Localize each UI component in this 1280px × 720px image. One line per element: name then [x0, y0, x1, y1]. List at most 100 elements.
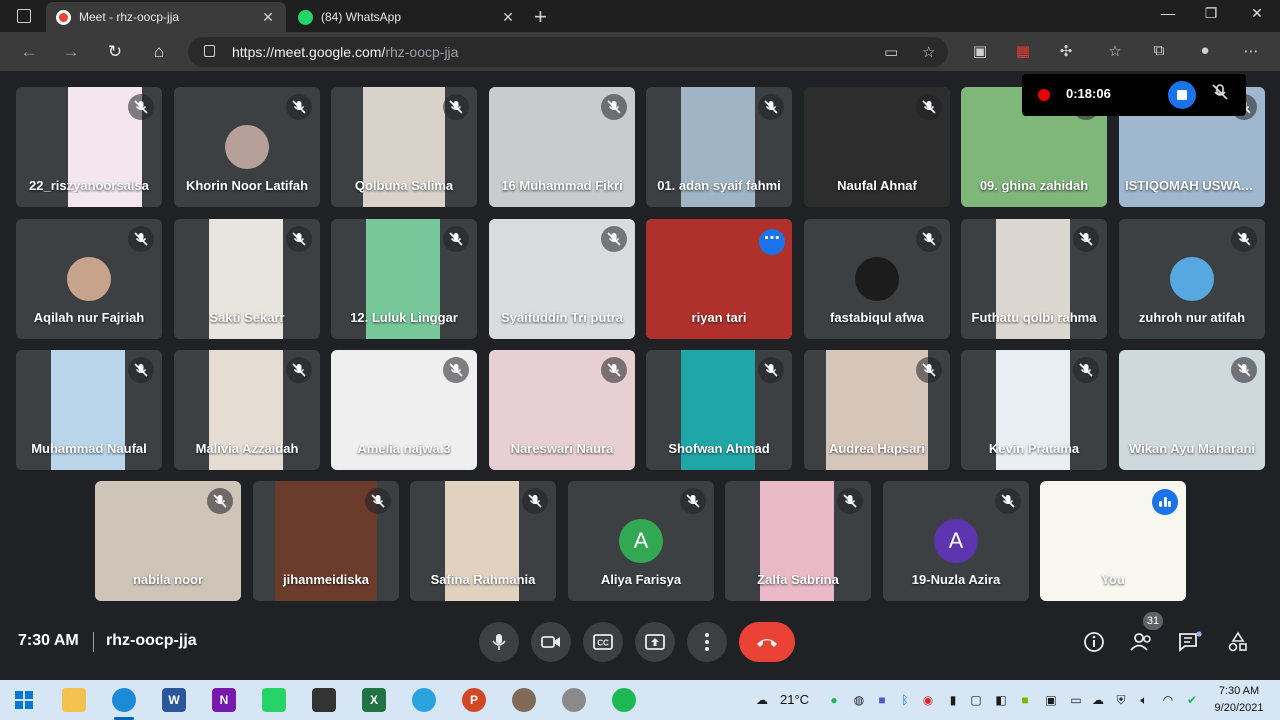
- app-icon[interactable]: [562, 688, 586, 712]
- taskbar-time: 7:30 AM: [1218, 685, 1260, 697]
- participant-tile[interactable]: Shofwan Ahmad: [646, 350, 792, 470]
- participant-tile[interactable]: 01. adan syaif fahmi: [646, 87, 792, 207]
- extension-recorder-icon[interactable]: ▦: [1013, 42, 1033, 60]
- collections-icon[interactable]: ⧉: [1149, 42, 1169, 59]
- back-icon[interactable]: ←: [18, 41, 40, 63]
- participant-tile[interactable]: Amelia najwa.3: [331, 350, 477, 470]
- close-icon[interactable]: ✕: [500, 9, 516, 26]
- leave-call-button[interactable]: [739, 622, 795, 662]
- onenote-icon[interactable]: N: [212, 688, 236, 712]
- nvidia-icon[interactable]: ■: [1017, 692, 1033, 708]
- extensions-puzzle-icon[interactable]: ✣: [1056, 42, 1076, 60]
- edge-browser-icon[interactable]: [112, 688, 136, 712]
- participant-tile[interactable]: Kevin Pratama: [961, 350, 1107, 470]
- participant-tile[interactable]: fastabiqul afwa: [804, 219, 950, 339]
- participant-tile[interactable]: Naufal Ahnaf: [804, 87, 950, 207]
- refresh-icon[interactable]: ↻: [104, 41, 126, 63]
- telegram-icon[interactable]: [412, 688, 436, 712]
- participant-name: Aliya Farisya: [600, 572, 682, 587]
- battery-icon[interactable]: ▭: [1068, 692, 1084, 708]
- wifi-icon[interactable]: ◠: [1160, 692, 1176, 708]
- participant-tile[interactable]: 22_riszyanoorsalsa: [16, 87, 162, 207]
- maximize-icon[interactable]: ❐: [1201, 5, 1221, 22]
- powerpoint-icon[interactable]: P: [462, 688, 486, 712]
- tab-meet[interactable]: Meet - rhz-oocp-jja ✕: [46, 2, 286, 32]
- participant-tile[interactable]: Qolbuna Salima: [331, 87, 477, 207]
- tray-icon[interactable]: ◉: [920, 692, 936, 708]
- meeting-details-button[interactable]: [1080, 628, 1108, 656]
- whatsapp-icon[interactable]: [262, 688, 286, 712]
- participant-tile[interactable]: Wikan Ayu Maharani: [1119, 350, 1265, 470]
- participant-tile[interactable]: You: [1040, 481, 1186, 601]
- tray-icon[interactable]: ▣: [1043, 692, 1059, 708]
- address-bar[interactable]: https://meet.google.com/rhz-oocp-jja ▭ ☆: [188, 37, 948, 67]
- participant-tile[interactable]: zuhroh nur atifah: [1119, 219, 1265, 339]
- home-icon[interactable]: ⌂: [148, 41, 170, 63]
- tray-icon[interactable]: ▢: [968, 692, 984, 708]
- more-menu-icon[interactable]: ⋯: [1241, 42, 1261, 60]
- profile-avatar-icon[interactable]: ●: [1195, 42, 1215, 59]
- participant-tile[interactable]: nabila noor: [95, 481, 241, 601]
- favorites-icon[interactable]: ☆: [1105, 42, 1125, 60]
- bluetooth-icon[interactable]: ᛒ: [897, 692, 913, 708]
- spotify-tray-icon[interactable]: ●: [826, 692, 842, 708]
- favorite-star-icon[interactable]: ☆: [922, 43, 935, 61]
- tray-icon[interactable]: ◧: [993, 692, 1009, 708]
- chat-button[interactable]: [1176, 628, 1204, 656]
- tray-icon[interactable]: ◍: [851, 692, 867, 708]
- participant-tile[interactable]: Nareswari Naura: [489, 350, 635, 470]
- word-icon[interactable]: W: [162, 688, 186, 712]
- app-icon[interactable]: [512, 688, 536, 712]
- onedrive-icon[interactable]: ☁: [1090, 692, 1106, 708]
- tray-icon[interactable]: ✔: [1184, 692, 1200, 708]
- spotify-icon[interactable]: [612, 688, 636, 712]
- participant-tile[interactable]: Aqilah nur Fajriah: [16, 219, 162, 339]
- participant-tile[interactable]: 12. Luluk Linggar: [331, 219, 477, 339]
- people-button[interactable]: [1128, 628, 1156, 656]
- minimize-icon[interactable]: —: [1158, 5, 1178, 21]
- more-options-button[interactable]: [687, 622, 727, 662]
- security-icon[interactable]: ⛨: [1113, 692, 1129, 708]
- participant-tile[interactable]: Audrea Hapsari: [804, 350, 950, 470]
- microphone-button[interactable]: [479, 622, 519, 662]
- mute-recording-button[interactable]: [1208, 83, 1232, 107]
- teams-tray-icon[interactable]: ■: [874, 692, 890, 708]
- tab-whatsapp[interactable]: (84) WhatsApp ✕: [288, 2, 526, 32]
- start-windows-icon[interactable]: [12, 688, 36, 712]
- file-explorer-icon[interactable]: [62, 688, 86, 712]
- participant-tile[interactable]: A 19-Nuzla Azira: [883, 481, 1029, 601]
- muted-mic-icon: [758, 357, 784, 383]
- close-window-icon[interactable]: ✕: [1247, 5, 1267, 22]
- participant-tile[interactable]: Malivia Azzaidah: [174, 350, 320, 470]
- store-icon[interactable]: [312, 688, 336, 712]
- participant-tile[interactable]: Sakti Sekarr: [174, 219, 320, 339]
- extension-icon[interactable]: ▣: [970, 42, 990, 60]
- stop-recording-button[interactable]: [1168, 81, 1196, 109]
- participant-tile[interactable]: Safina Rahmania: [410, 481, 556, 601]
- tile-options-icon[interactable]: ⋯: [759, 229, 785, 255]
- participant-tile[interactable]: A Aliya Farisya: [568, 481, 714, 601]
- participant-tile[interactable]: jihanmeidiska: [253, 481, 399, 601]
- excel-icon[interactable]: X: [362, 688, 386, 712]
- close-icon[interactable]: ✕: [260, 9, 276, 26]
- weather-icon[interactable]: ☁: [754, 692, 770, 708]
- camera-button[interactable]: [531, 622, 571, 662]
- camera-icon[interactable]: ▭: [884, 43, 898, 61]
- participant-tile[interactable]: Muhammad Naufal: [16, 350, 162, 470]
- present-screen-button[interactable]: [635, 622, 675, 662]
- participant-tile[interactable]: ⋯ riyan tari: [646, 219, 792, 339]
- volume-icon[interactable]: 🔈︎: [1136, 692, 1152, 708]
- participant-tile[interactable]: Futhatu qolbi rahma: [961, 219, 1107, 339]
- tab-actions-icon[interactable]: [17, 9, 31, 23]
- participant-name: fastabiqul afwa: [830, 310, 924, 325]
- participant-tile[interactable]: Zalfa Sabrina: [725, 481, 871, 601]
- microphone-tray-icon[interactable]: ▮: [945, 692, 961, 708]
- participant-tile[interactable]: Syaifuddin Tri putra: [489, 219, 635, 339]
- participant-tile[interactable]: 16 Muhammad Fikri: [489, 87, 635, 207]
- captions-button[interactable]: CC: [583, 622, 623, 662]
- forward-icon[interactable]: →: [60, 41, 82, 63]
- new-tab-icon[interactable]: +: [534, 4, 547, 30]
- activities-button[interactable]: [1224, 628, 1252, 656]
- taskbar-clock[interactable]: 7:30 AM 9/20/2021: [1208, 683, 1270, 717]
- participant-tile[interactable]: Khorin Noor Latifah: [174, 87, 320, 207]
